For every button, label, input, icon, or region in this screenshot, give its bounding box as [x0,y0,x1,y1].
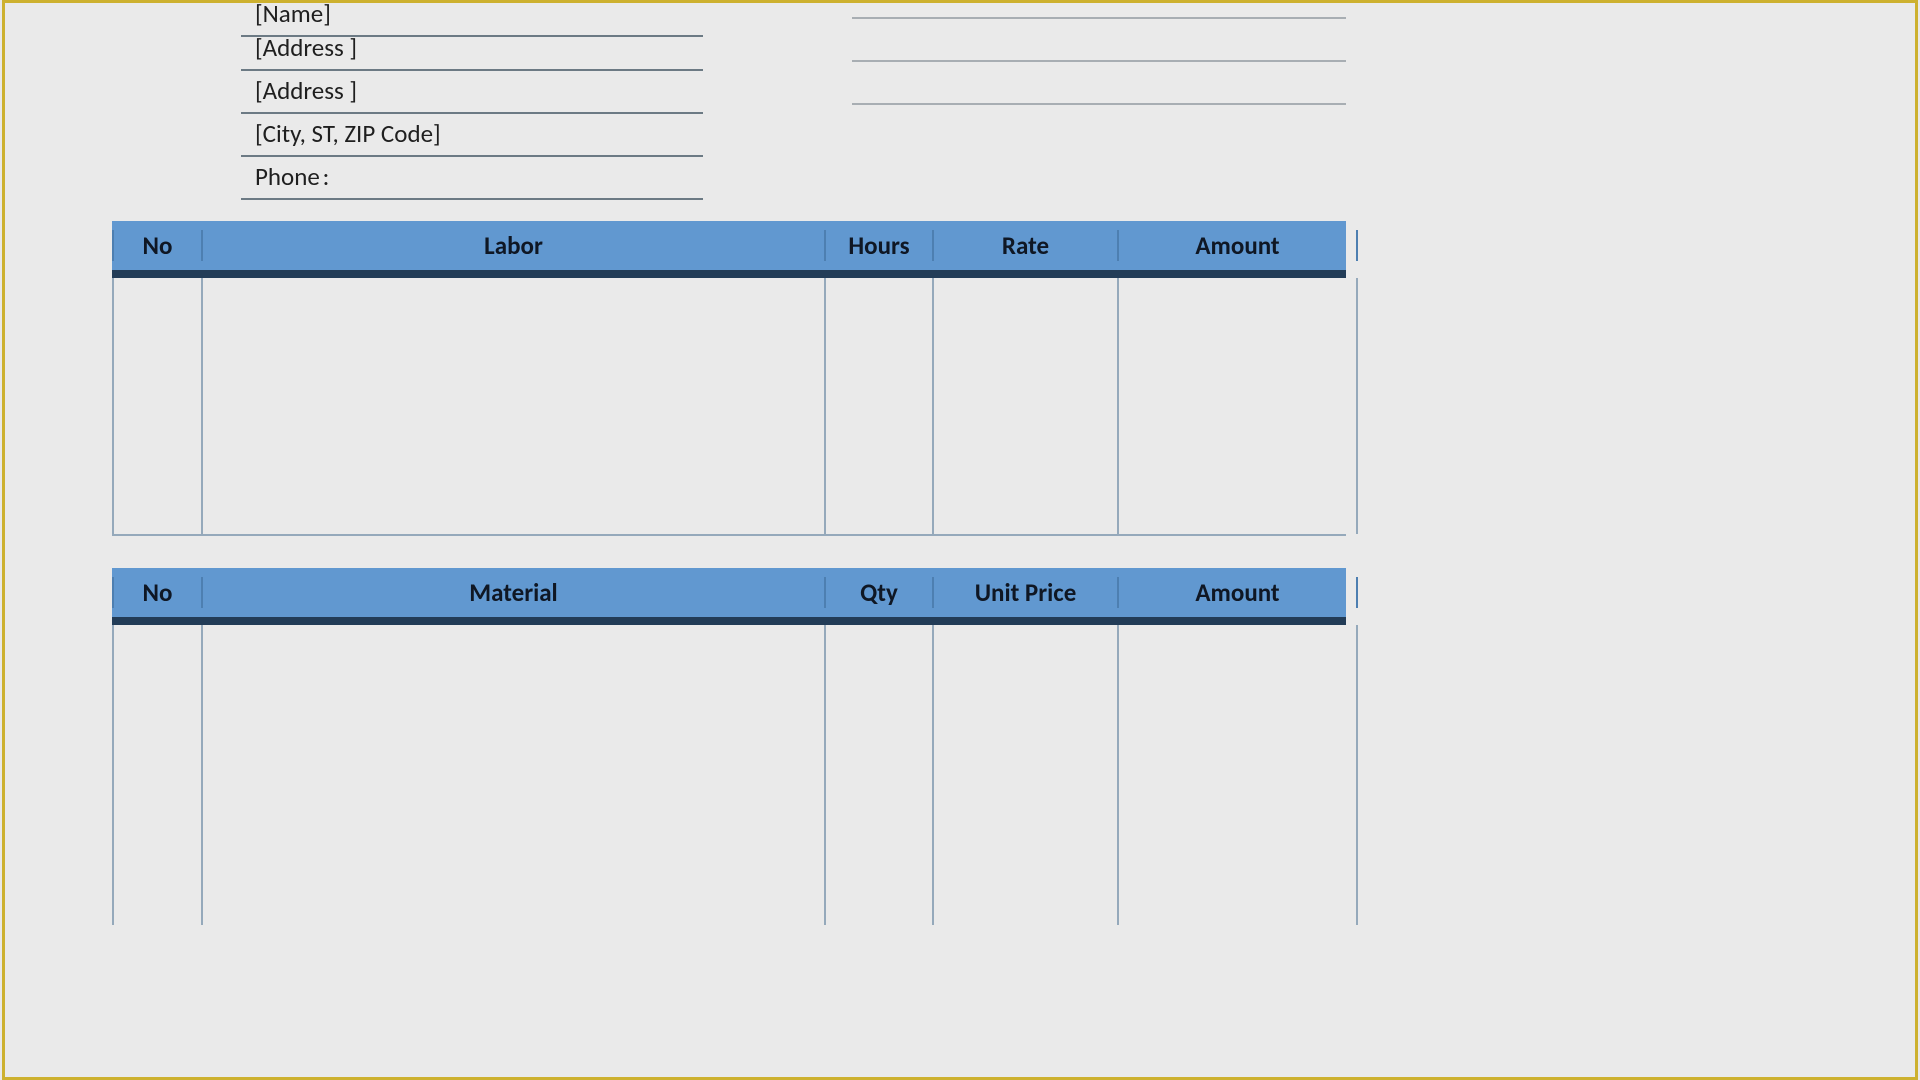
material-cell-qty[interactable] [826,625,934,925]
material-header-unitprice: Unit Price [934,577,1119,608]
phone-label: Phone [255,162,317,192]
phone-colon: : [323,161,330,192]
material-cell-unitprice[interactable] [934,625,1119,925]
labor-cell-rate[interactable] [934,278,1119,534]
material-header-qty: Qty [826,577,934,608]
material-cell-no[interactable] [112,625,203,925]
right-line-3 [852,103,1346,105]
recipient-address2[interactable]: [Address ] [241,70,703,114]
material-table: No Material Qty Unit Price Amount [112,568,1346,925]
recipient-address1[interactable]: [Address ] [241,27,703,71]
material-cell-desc[interactable] [203,625,826,925]
labor-header-row: No Labor Hours Rate Amount [112,221,1346,270]
labor-body[interactable] [112,278,1346,536]
labor-header-underline [112,270,1346,278]
labor-header-no: No [112,230,203,261]
document-frame: [Name] [Address ] [Address ] [City, ST, … [2,0,1918,1080]
right-line-1 [852,17,1346,19]
recipient-city[interactable]: [City, ST, ZIP Code] [241,113,703,157]
material-header-underline [112,617,1346,625]
material-header-row: No Material Qty Unit Price Amount [112,568,1346,617]
labor-header-hours: Hours [826,230,934,261]
material-body[interactable] [112,625,1346,925]
labor-header-rate: Rate [934,230,1119,261]
labor-cell-no[interactable] [112,278,203,534]
recipient-phone[interactable]: Phone : [241,156,703,200]
labor-cell-amount[interactable] [1119,278,1358,534]
labor-cell-hours[interactable] [826,278,934,534]
labor-header-desc: Labor [203,230,826,261]
labor-header-amount: Amount [1119,230,1358,261]
material-header-desc: Material [203,577,826,608]
material-header-no: No [112,577,203,608]
material-header-amount: Amount [1119,577,1358,608]
labor-table: No Labor Hours Rate Amount [112,221,1346,536]
right-line-2 [852,60,1346,62]
labor-cell-desc[interactable] [203,278,826,534]
material-cell-amount[interactable] [1119,625,1358,925]
